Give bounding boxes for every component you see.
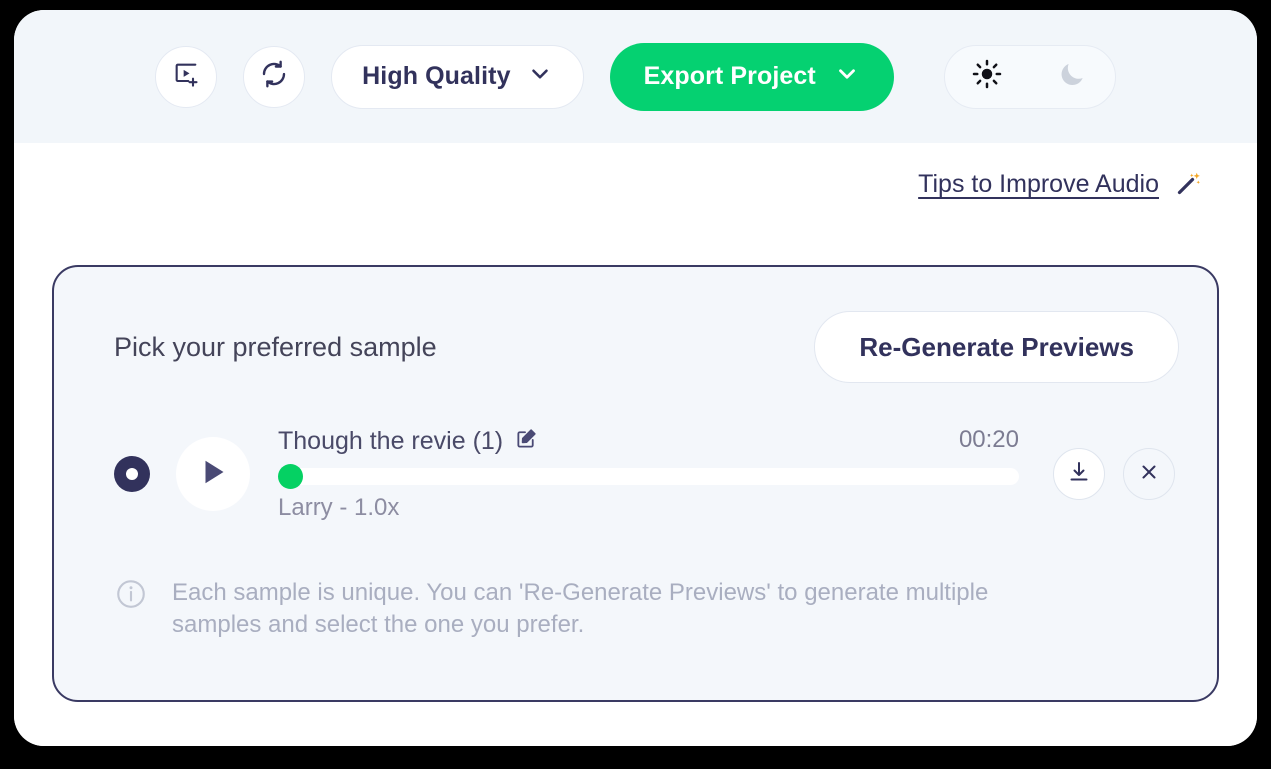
regenerate-previews-button[interactable]: Re-Generate Previews — [814, 311, 1179, 383]
tips-link-label[interactable]: Tips to Improve Audio — [918, 170, 1159, 199]
moon-icon[interactable] — [1057, 59, 1087, 94]
refresh-icon — [259, 59, 289, 94]
quality-selector[interactable]: High Quality — [331, 44, 584, 109]
sample-radio[interactable] — [114, 456, 150, 492]
add-video-icon — [172, 60, 200, 93]
card-heading: Pick your preferred sample — [114, 331, 437, 362]
remove-sample-button[interactable] — [1123, 448, 1175, 500]
regenerate-label: Re-Generate Previews — [859, 331, 1134, 362]
sun-icon[interactable] — [972, 59, 1002, 94]
progress-thumb[interactable] — [278, 464, 303, 489]
magic-wand-icon — [1175, 167, 1205, 202]
close-icon — [1137, 460, 1161, 489]
info-text: Each sample is unique. You can 'Re-Gener… — [172, 579, 989, 639]
chevron-down-icon — [834, 61, 860, 92]
refresh-button[interactable] — [243, 45, 306, 108]
sample-voice-speed: Larry - 1.0x — [278, 494, 400, 521]
chevron-down-icon — [527, 61, 553, 92]
play-button[interactable] — [176, 437, 250, 511]
sample-name: Though the revie (1) — [278, 426, 504, 455]
play-icon — [195, 454, 231, 495]
export-project-button[interactable]: Export Project — [609, 42, 894, 111]
top-toolbar: High Quality Export Project — [14, 10, 1257, 143]
card-header: Pick your preferred sample Re-Generate P… — [114, 311, 1179, 383]
info-note: Each sample is unique. You can 'Re-Gener… — [114, 577, 1157, 642]
edit-icon[interactable] — [515, 427, 538, 455]
download-icon — [1067, 460, 1091, 489]
download-button[interactable] — [1053, 448, 1105, 500]
app-window: High Quality Export Project Tips to Impr… — [14, 10, 1257, 746]
theme-toggle[interactable] — [943, 44, 1116, 109]
progress-bar[interactable] — [278, 464, 1019, 489]
sample-name-row: Though the revie (1) 00:20 — [278, 424, 1019, 458]
sample-duration: 00:20 — [958, 426, 1019, 453]
info-icon — [114, 577, 148, 616]
export-label: Export Project — [643, 62, 816, 90]
radio-dot — [126, 468, 138, 480]
quality-label: High Quality — [362, 62, 511, 90]
add-media-button[interactable] — [155, 45, 218, 108]
tips-to-improve-audio[interactable]: Tips to Improve Audio — [918, 167, 1205, 202]
sample-picker-card: Pick your preferred sample Re-Generate P… — [52, 265, 1219, 702]
main-content: Tips to Improve Audio Pick your preferre… — [14, 143, 1257, 746]
sample-track-area: Though the revie (1) 00:20 Larry - 1.0x — [278, 424, 1019, 524]
sample-list-item: Though the revie (1) 00:20 Larry - 1.0x — [114, 419, 1175, 529]
